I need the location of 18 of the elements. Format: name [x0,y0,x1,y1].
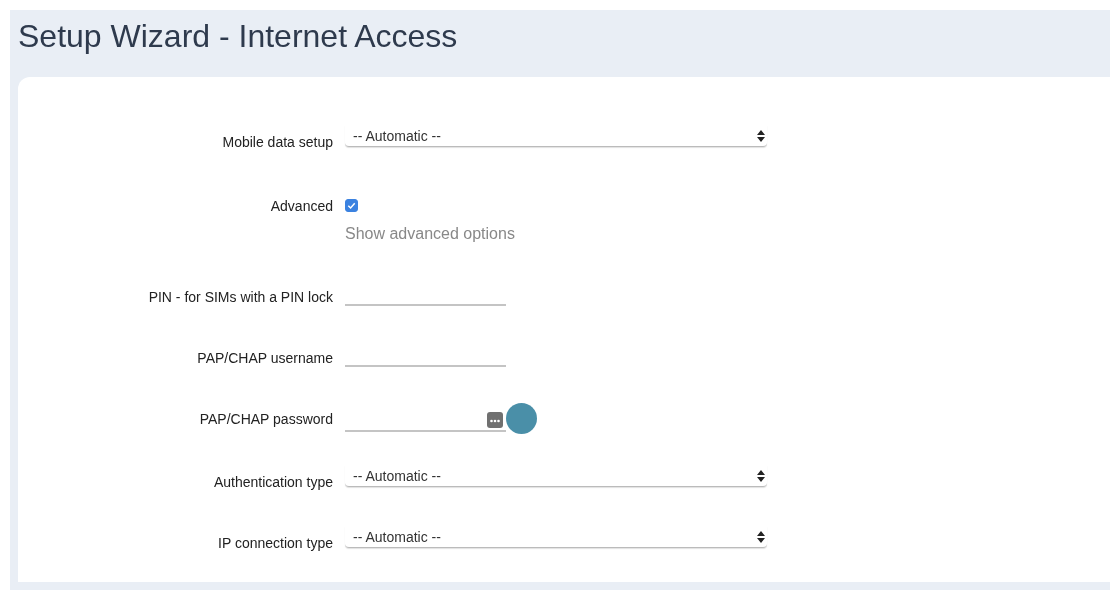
field-label: PAP/CHAP username [196,349,333,366]
field-label: Mobile data setup [221,133,333,150]
page-title: Setup Wizard - Internet Access [17,17,459,56]
updown-arrows-icon [757,129,765,142]
password-manager-icon[interactable] [487,412,503,428]
field-label: IP connection type [217,534,333,551]
updown-arrows-icon [757,530,765,543]
help-text: Show advanced options [345,225,516,243]
round-toggle-icon[interactable] [506,403,537,434]
dropdown[interactable]: -- Automatic -- [345,125,767,147]
dropdown[interactable]: -- Automatic -- [345,526,767,548]
updown-arrows-icon [757,469,765,482]
dropdown[interactable]: -- Automatic -- [345,465,767,487]
field-label: PAP/CHAP password [198,410,333,427]
field-label: PIN - for SIMs with a PIN lock [147,288,333,305]
field-label: Advanced [269,197,333,214]
checkbox[interactable] [345,199,358,212]
field-label: Authentication type [212,473,333,490]
